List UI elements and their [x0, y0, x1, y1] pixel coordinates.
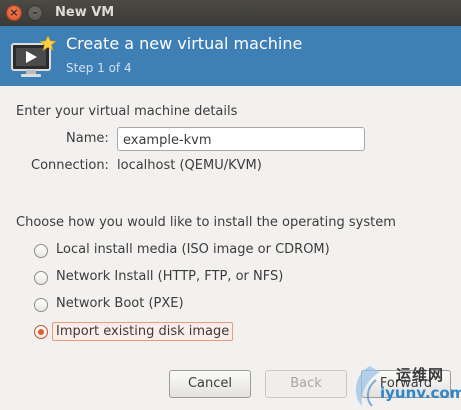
wizard-header: Create a new virtual machine Step 1 of 4 [0, 26, 461, 86]
close-window-button[interactable]: × [6, 5, 22, 21]
new-vm-window: × – New VM Create a new virtual machine … [0, 0, 461, 410]
minimize-window-button[interactable]: – [27, 5, 43, 21]
connection-value: localhost (QEMU/KVM) [117, 158, 262, 173]
vm-name-input[interactable] [117, 127, 365, 151]
radio-label: Network Boot (PXE) [56, 296, 184, 311]
wizard-step: Step 1 of 4 [66, 61, 132, 75]
install-section-title: Choose how you would like to install the… [16, 215, 396, 230]
radio-button[interactable] [34, 244, 48, 258]
radio-button-selected[interactable] [34, 325, 48, 339]
radio-button[interactable] [34, 298, 48, 312]
radio-label: Import existing disk image [52, 322, 234, 341]
close-icon: × [9, 6, 19, 19]
vm-monitor-icon [11, 35, 56, 77]
minimize-icon: – [32, 6, 38, 19]
radio-label: Local install media (ISO image or CDROM) [56, 242, 330, 257]
window-title: New VM [55, 5, 115, 20]
back-button[interactable]: Back [265, 370, 347, 398]
wizard-title: Create a new virtual machine [66, 34, 303, 53]
radio-button[interactable] [34, 271, 48, 285]
radio-dot-icon [38, 329, 44, 335]
details-section-title: Enter your virtual machine details [16, 104, 238, 119]
cancel-button[interactable]: Cancel [169, 370, 251, 398]
title-bar: × – New VM [0, 0, 461, 26]
connection-label: Connection: [31, 158, 109, 173]
forward-button[interactable]: Forward [361, 370, 451, 398]
radio-label: Network Install (HTTP, FTP, or NFS) [56, 269, 284, 284]
name-label: Name: [66, 131, 109, 146]
